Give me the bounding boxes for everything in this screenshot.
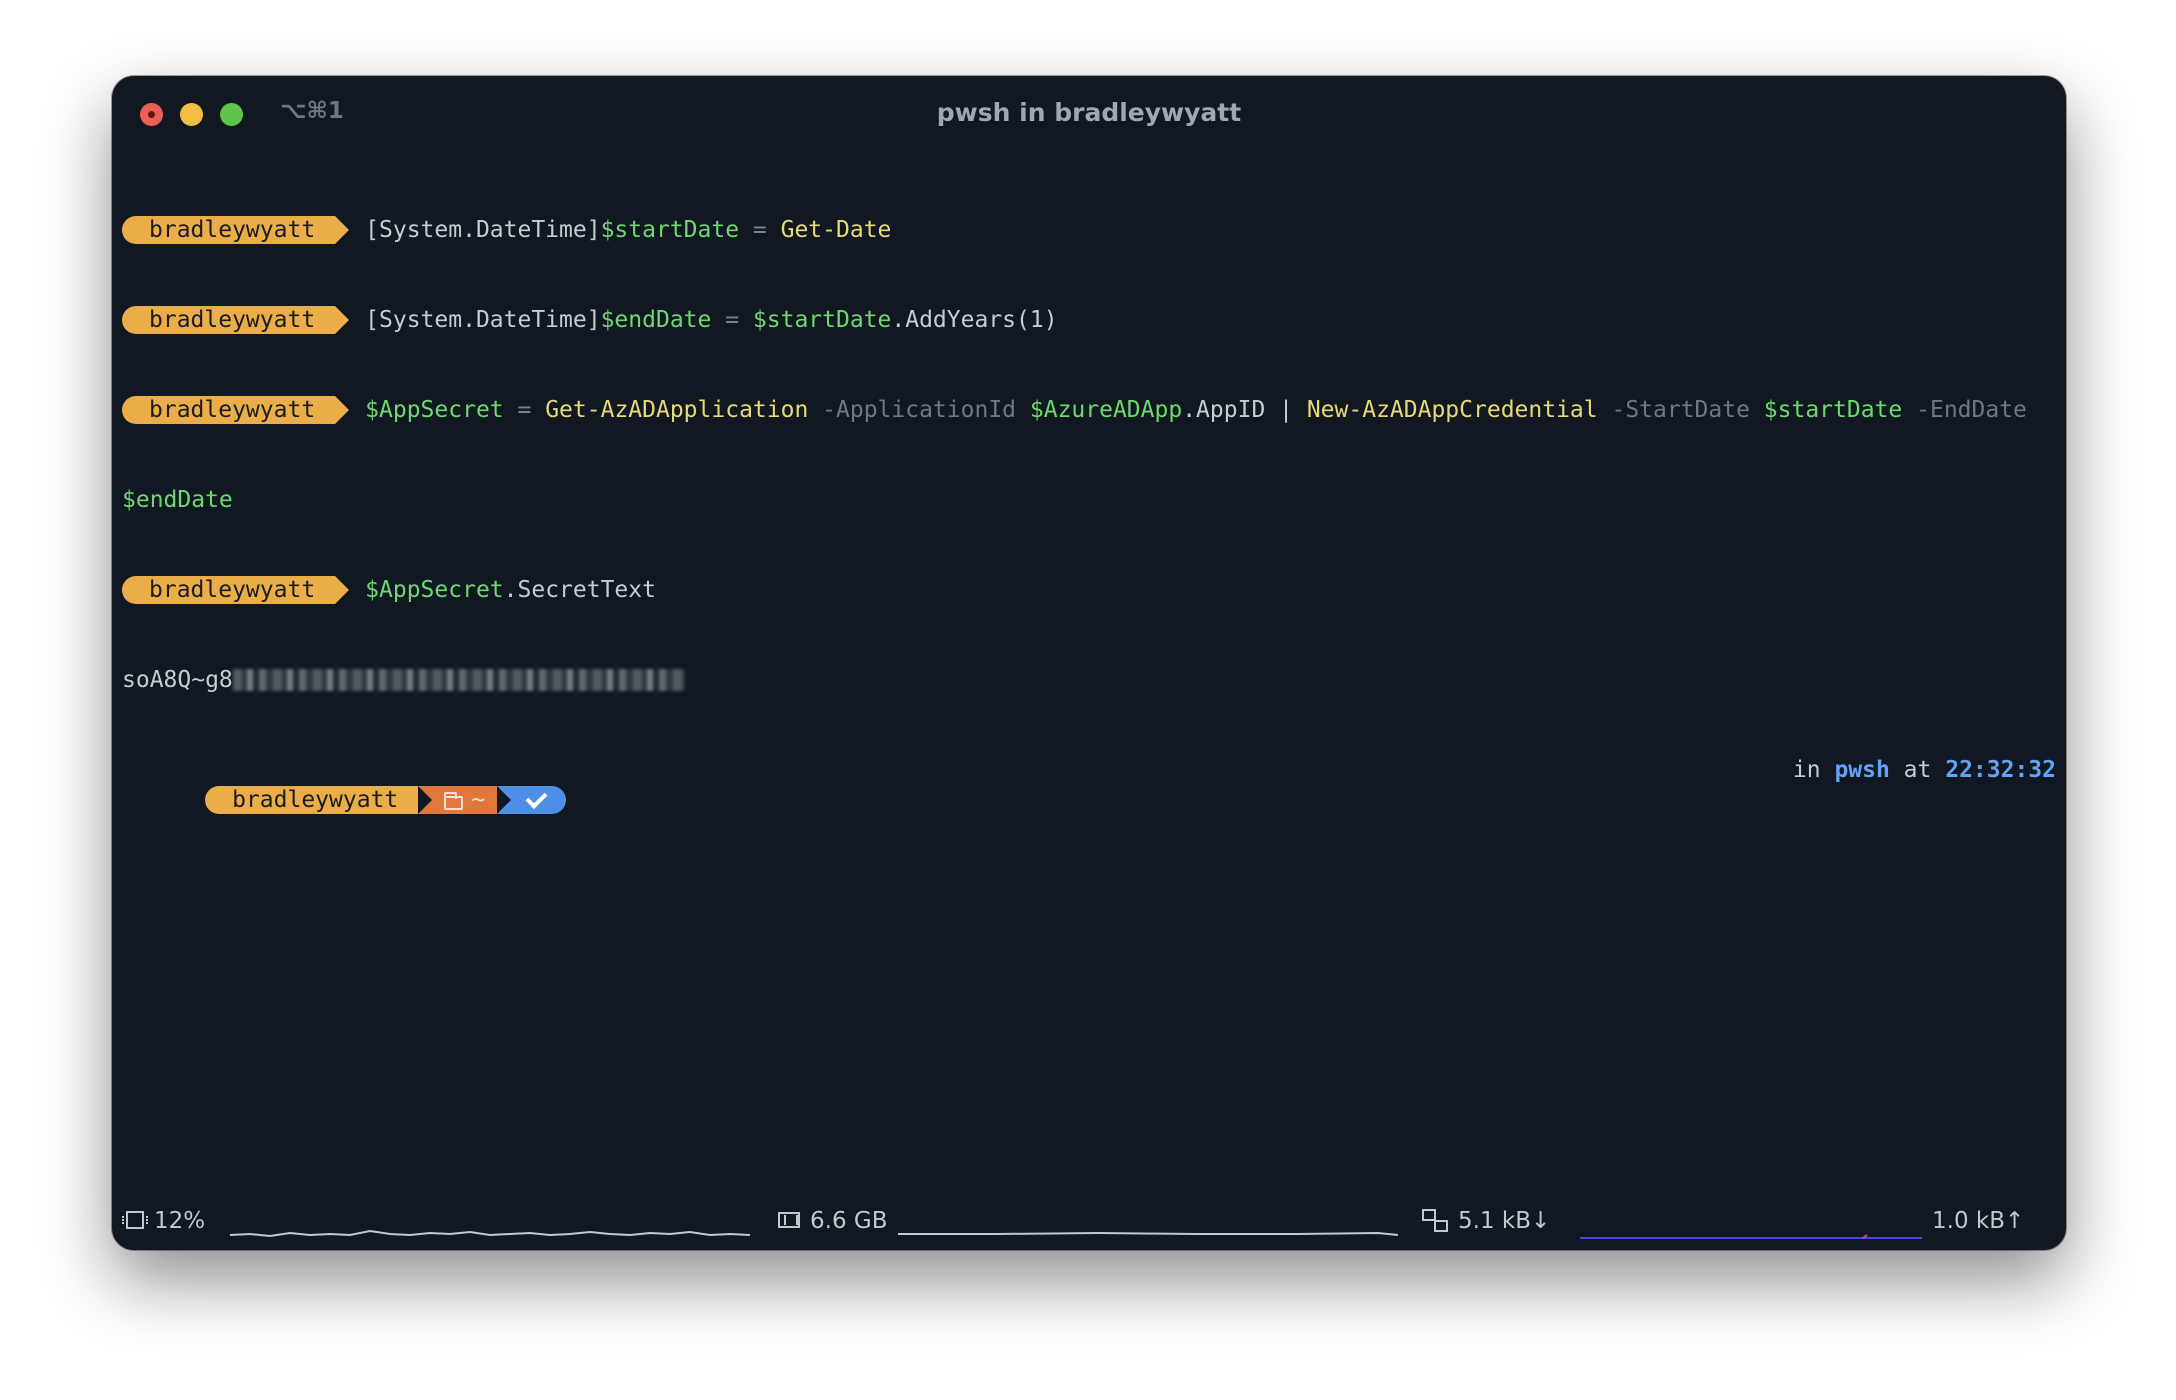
prompt-user-segment: bradleywyatt: [122, 306, 350, 334]
title-bar[interactable]: ⌥⌘1 pwsh in bradleywyatt: [112, 76, 2066, 152]
folder-icon: [444, 792, 464, 810]
terminal-window: ⌥⌘1 pwsh in bradleywyatt bradleywyatt [Sy…: [112, 76, 2066, 1250]
command-token: -ApplicationId: [808, 397, 1030, 423]
command-token: .AddYears(1): [891, 307, 1058, 333]
secret-output: soA8Q~g8: [122, 667, 233, 693]
command-token: .SecretText: [503, 577, 656, 603]
command-token: Get-AzADApplication: [545, 397, 809, 423]
command-token: $startDate: [1763, 397, 1903, 423]
prompt-user-segment: bradleywyatt: [205, 786, 433, 814]
command-token: -EndDate: [1902, 397, 2027, 423]
prompt-user-segment: bradleywyatt: [122, 396, 350, 424]
cpu-value: 12%: [154, 1208, 206, 1234]
memory-stat: 6.6 GB: [778, 1208, 888, 1234]
network-icon: [1422, 1208, 1448, 1232]
command-wrap-text: $endDate: [122, 487, 233, 513]
prompt-status-segment: [497, 786, 567, 814]
command-text: $AppSecret = Get-AzADApplication -Applic…: [365, 397, 2027, 423]
prompt-dir-segment: ~: [418, 786, 511, 814]
output-line: soA8Q~g8: [122, 665, 2056, 695]
command-token: =: [503, 397, 546, 423]
prompt-time: 22:32:32: [1945, 757, 2056, 783]
command-line-3-wrap: $endDate: [122, 485, 2056, 515]
command-token: $AppSecret: [365, 397, 504, 423]
right-prompt-at: at: [1889, 757, 1946, 783]
network-up-value: 1.0 kB↑: [1932, 1208, 2025, 1234]
right-prompt: in pwsh at 22:32:32: [1793, 755, 2056, 785]
command-token: Get-Date: [780, 217, 892, 243]
command-text: $AppSecret.SecretText: [365, 577, 656, 603]
redacted-secret: [232, 668, 685, 691]
command-token: .AppID |: [1182, 397, 1307, 423]
checkmark-icon: [525, 787, 548, 809]
command-text: [System.DateTime]$endDate = $startDate.A…: [365, 307, 1057, 333]
command-line-3: bradleywyatt $AppSecret = Get-AzADApplica…: [122, 395, 2056, 425]
network-down-stat: 5.1 kB↓: [1422, 1208, 1550, 1234]
command-token: [System.DateTime]: [365, 307, 601, 333]
cpu-icon: [122, 1210, 148, 1229]
command-token: $AppSecret: [365, 577, 504, 603]
terminal-content[interactable]: bradleywyatt [System.DateTime]$startDate …: [122, 155, 2056, 845]
cpu-stat: 12%: [122, 1208, 206, 1234]
command-token: $startDate: [752, 307, 892, 333]
network-up-sparkline: [1580, 1234, 1922, 1239]
command-token: -StartDate: [1597, 397, 1764, 423]
prompt-dir: ~: [471, 787, 486, 813]
memory-sparkline: [898, 1231, 1398, 1236]
command-token: $startDate: [600, 217, 740, 243]
command-line-1: bradleywyatt [System.DateTime]$startDate …: [122, 215, 2056, 245]
command-token: [System.DateTime]: [365, 217, 601, 243]
command-line-4: bradleywyatt $AppSecret.SecretText: [122, 575, 2056, 605]
network-up-stat: 1.0 kB↑: [1932, 1208, 2024, 1234]
prompt-user-segment: bradleywyatt: [122, 216, 350, 244]
command-text: [System.DateTime]$startDate = Get-Date: [365, 217, 891, 243]
prompt-user-segment: bradleywyatt: [122, 576, 350, 604]
shell-name: pwsh: [1834, 757, 1890, 783]
memory-value: 6.6 GB: [810, 1208, 888, 1234]
window-title: pwsh in bradleywyatt: [936, 98, 1242, 127]
command-token: $endDate: [600, 307, 712, 333]
cpu-sparkline-line: [230, 1229, 750, 1238]
command-token: New-AzADAppCredential: [1306, 397, 1598, 423]
memory-icon: [778, 1211, 800, 1228]
memory-sparkline-line: [898, 1231, 1398, 1236]
command-token: =: [711, 307, 753, 333]
cpu-sparkline: [230, 1229, 750, 1238]
status-bar: 12% 6.6 GB 5.1 kB↓ 1.0 kB↑: [112, 1198, 2066, 1250]
command-line-2: bradleywyatt [System.DateTime]$endDate = …: [122, 305, 2056, 335]
command-token: $AzureADApp: [1029, 397, 1183, 423]
network-down-value: 5.1 kB↓: [1458, 1208, 1551, 1234]
command-token: =: [739, 217, 781, 243]
right-prompt-in: in: [1792, 757, 1835, 783]
active-prompt-line[interactable]: bradleywyatt ~ in pwsh at 22:32:32: [122, 755, 2056, 814]
